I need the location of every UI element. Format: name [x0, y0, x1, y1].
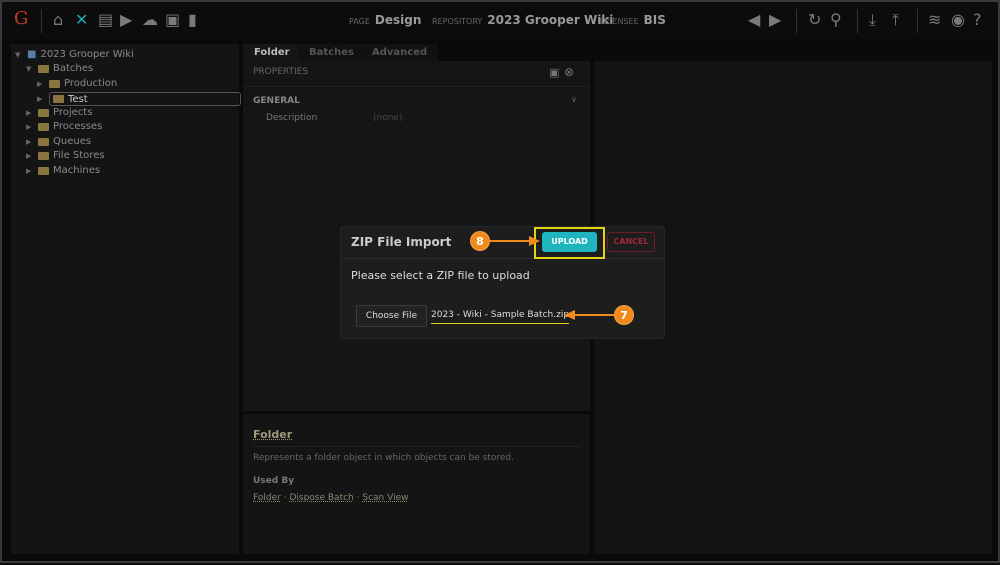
arrowhead: [564, 310, 575, 320]
arrowhead: [529, 236, 540, 246]
step-badge-8: 8: [470, 231, 490, 251]
step-badge-7: 7: [614, 305, 634, 325]
annotation-arrows: [490, 236, 614, 320]
